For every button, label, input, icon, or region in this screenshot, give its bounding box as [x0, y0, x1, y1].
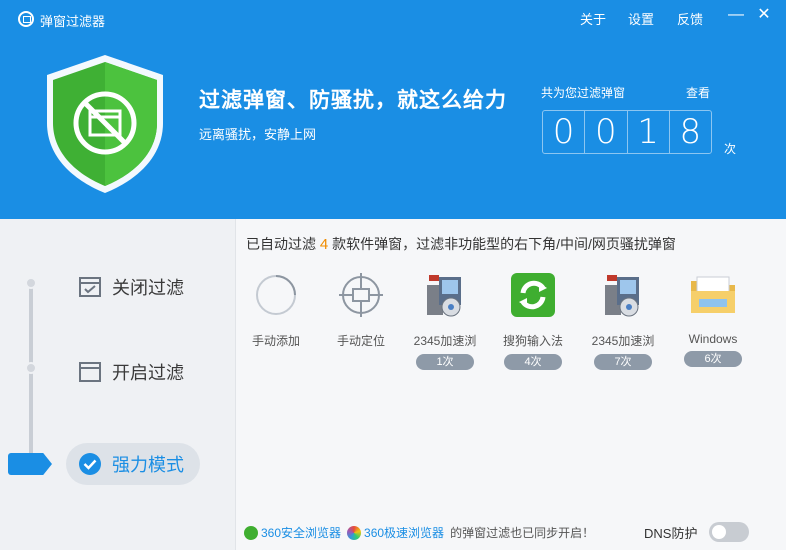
tile-label: 搜狗输入法 — [502, 334, 563, 348]
counter-digit: 0 — [543, 111, 586, 153]
mode-power[interactable]: 强力模式 — [66, 443, 200, 485]
slogan: 过滤弹窗、防骚扰，就这么给力 — [199, 89, 507, 112]
360-speed-browser-icon — [347, 525, 362, 540]
installer-icon — [427, 275, 461, 317]
count-badge: 1次 — [416, 354, 474, 370]
toggle-knob — [712, 525, 726, 539]
tile-label: 手动添加 — [251, 334, 300, 348]
header: 弹窗过滤器 关于 设置 反馈 — ✕ 过滤弹窗、防骚扰，就这么给力 远离骚扰，安… — [0, 0, 786, 219]
counter-digit: 1 — [628, 111, 670, 153]
sogou-icon — [511, 273, 555, 317]
check-window-icon — [79, 277, 101, 297]
tile-label: 2345加速浏 — [591, 334, 655, 348]
counter-digit: 0 — [585, 111, 628, 153]
feedback-link[interactable]: 反馈 — [677, 9, 703, 28]
counter-unit: 次 — [724, 142, 737, 156]
filter-main: 已自动过滤 4 款软件弹窗，过滤非功能型的右下角/中间/网页骚扰弹窗 手动添加 … — [237, 219, 786, 550]
filter-summary: 已自动过滤 4 款软件弹窗，过滤非功能型的右下角/中间/网页骚扰弹窗 — [246, 234, 676, 254]
counter-label: 共为您过滤弹窗 — [541, 86, 626, 100]
shield-icon — [47, 55, 163, 193]
filtered-app-tile[interactable]: 2345加速浏 1次 — [406, 271, 484, 370]
browser-sync-note: 360安全浏览器 360极速浏览器 的弹窗过滤也已同步开启！ — [244, 524, 594, 541]
browser-link-360-speed[interactable]: 360极速浏览器 — [347, 524, 444, 541]
filtered-app-tile[interactable]: 2345加速浏 7次 — [584, 271, 662, 370]
installer-icon — [605, 275, 639, 317]
folder-icon — [691, 276, 735, 313]
manual-add-button[interactable]: 手动添加 — [237, 271, 315, 349]
about-link[interactable]: 关于 — [580, 9, 606, 28]
tile-label: 手动定位 — [336, 334, 385, 348]
tile-label: 2345加速浏 — [413, 334, 477, 348]
filtered-app-tile[interactable]: 搜狗输入法 4次 — [494, 271, 572, 370]
count-badge: 7次 — [594, 354, 652, 370]
browser-link-360-safe[interactable]: 360安全浏览器 — [244, 524, 341, 541]
app-title: 弹窗过滤器 — [40, 14, 106, 29]
filtered-app-tile[interactable]: Windows 6次 — [674, 271, 752, 367]
close-button[interactable]: ✕ — [753, 4, 775, 26]
mode-label: 强力模式 — [112, 455, 184, 475]
sync-note: 的弹窗过滤也已同步开启！ — [450, 526, 595, 540]
settings-link[interactable]: 设置 — [628, 9, 654, 28]
browser-label: 360极速浏览器 — [364, 526, 445, 540]
summary-prefix: 已自动过滤 — [246, 236, 316, 252]
manual-locate-button[interactable]: 手动定位 — [322, 271, 400, 349]
tile-label: Windows — [688, 332, 738, 346]
app-logo-icon — [18, 11, 34, 27]
browser-label: 360安全浏览器 — [261, 526, 342, 540]
dns-label: DNS防护 — [644, 526, 698, 541]
filter-counter: 0 0 1 8 — [542, 110, 712, 154]
loading-circle-icon — [256, 275, 296, 315]
view-link[interactable]: 查看 — [686, 84, 710, 101]
count-badge: 4次 — [504, 354, 562, 370]
check-circle-icon — [79, 453, 101, 475]
count-badge: 6次 — [684, 351, 742, 367]
mode-slider-dot[interactable] — [25, 277, 37, 289]
summary-count: 4 — [319, 236, 329, 253]
title-bar: 弹窗过滤器 关于 设置 反馈 — ✕ — [0, 0, 786, 34]
subslogan: 远离骚扰，安静上网 — [199, 127, 317, 142]
counter-digit: 8 — [679, 112, 702, 152]
mode-close-filter[interactable]: 关闭过滤 — [66, 266, 200, 308]
mode-slider-dot[interactable] — [25, 362, 37, 374]
minimize-button[interactable]: — — [725, 4, 747, 26]
360-safe-browser-icon — [244, 525, 258, 540]
mode-slider-handle[interactable] — [8, 453, 52, 475]
mode-open-filter[interactable]: 开启过滤 — [66, 351, 200, 393]
window-icon — [79, 362, 101, 382]
mode-panel: 关闭过滤 开启过滤 强力模式 — [0, 219, 236, 550]
crosshair-icon — [339, 273, 383, 317]
dns-toggle[interactable] — [709, 522, 749, 542]
mode-label: 关闭过滤 — [112, 278, 184, 298]
summary-suffix: 款软件弹窗，过滤非功能型的右下角/中间/网页骚扰弹窗 — [332, 236, 676, 252]
mode-label: 开启过滤 — [112, 363, 184, 383]
